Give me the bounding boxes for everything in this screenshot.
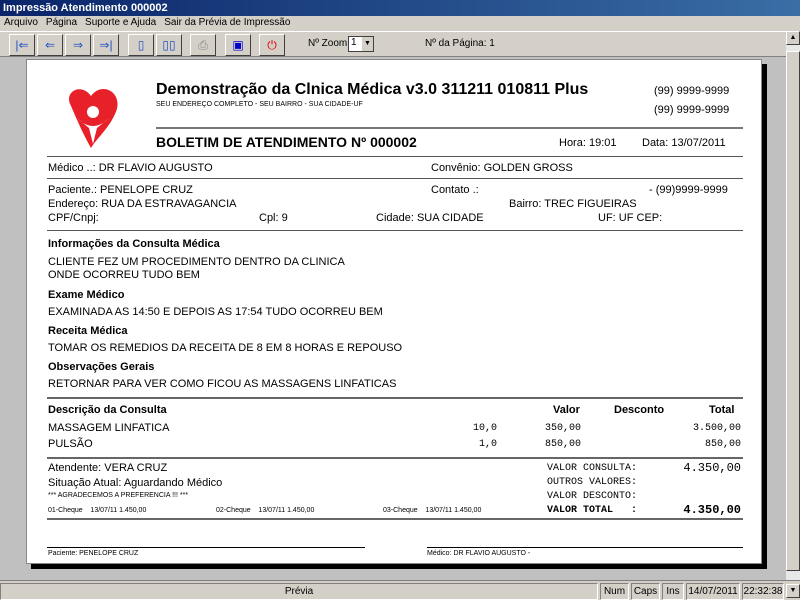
vertical-scrollbar[interactable]: ▲	[786, 31, 800, 580]
convenio: Convênio: GOLDEN GROSS	[431, 162, 573, 174]
next-page-button[interactable]: ⇒	[65, 34, 91, 56]
section-line: ONDE OCORREU TUDO BEM	[48, 269, 200, 281]
hora: Hora: 19:01	[559, 137, 617, 149]
section-line: RETORNAR PARA VER COMO FICOU AS MASSAGEN…	[48, 378, 397, 390]
scroll-up-icon[interactable]: ▲	[786, 31, 800, 45]
menu-pagina[interactable]: Página	[42, 16, 81, 28]
status-num: Num	[600, 583, 629, 600]
cheque: 01-Cheque 13/07/11 1.450,00	[48, 507, 146, 514]
agradecimento: *** AGRADECEMOS A PREFERENCIA !!! ***	[48, 492, 189, 499]
status-ins: Ins	[662, 583, 684, 600]
cpf: CPF/Cnpj:	[48, 212, 99, 224]
chevron-down-icon: ▼	[362, 37, 373, 51]
section-line: CLIENTE FEZ UM PROCEDIMENTO DENTRO DA CL…	[48, 256, 345, 268]
signature-paciente: Paciente: PENELOPE CRUZ	[48, 550, 139, 557]
cheque-number: 02-Cheque	[216, 507, 251, 514]
status-date: 14/07/2011	[686, 583, 740, 600]
section-title: Receita Médica	[48, 325, 128, 337]
table-header-valor: Valor	[553, 404, 580, 416]
cheque-info: 13/07/11 1.450,00	[90, 507, 147, 514]
medico: Médico ..: DR FLAVIO AUGUSTO	[48, 162, 213, 174]
uf-cep: UF: UF CEP:	[598, 212, 663, 224]
valor-total-label: VALOR TOTAL :	[547, 505, 638, 516]
zoom-label: Nº Zoom	[308, 38, 348, 49]
signature-medico: Médico: DR FLAVIO AUGUSTO -	[427, 550, 531, 557]
table-row-desc: PULSÃO	[48, 438, 93, 450]
data: Data: 13/07/2011	[642, 137, 726, 149]
table-row-qtd: 10,0	[473, 423, 498, 434]
situacao: Situação Atual: Aguardando Médico	[48, 477, 223, 489]
table-row-valor: 350,00	[545, 423, 582, 434]
page-number: Nº da Página: 1	[425, 38, 495, 49]
section-line: EXAMINADA AS 14:50 E DEPOIS AS 17:54 TUD…	[48, 306, 383, 318]
status-main: Prévia	[0, 583, 598, 600]
phone-2: (99) 9999-9999	[654, 104, 730, 116]
cheque-number: 01-Cheque	[48, 507, 83, 514]
menu-bar: Arquivo Página Suporte e Ajuda Sair da Prév…	[0, 16, 800, 31]
table-header-desconto: Desconto	[614, 404, 665, 416]
table-header-total: Total	[709, 404, 735, 416]
cheque-info: 13/07/11 1.450,00	[258, 507, 315, 514]
zoom-select[interactable]: 1 ▼	[348, 36, 374, 52]
first-page-button[interactable]: |⇐	[9, 34, 35, 56]
single-page-icon[interactable]: ▯	[128, 34, 154, 56]
cheque: 03-Cheque 13/07/11 1.450,00	[383, 507, 481, 514]
valor-consulta: 4.350,00	[683, 461, 741, 475]
prev-page-button[interactable]: ⇐	[37, 34, 63, 56]
scroll-down-icon[interactable]: ▼	[786, 584, 800, 598]
clinic-name: Demonstração da Clnica Médica v3.0 31121…	[156, 81, 589, 98]
bairro: Bairro: TREC FIGUEIRAS	[509, 198, 637, 210]
paciente: Paciente.: PENELOPE CRUZ	[48, 184, 193, 196]
endereco: Endereço: RUA DA ESTRAVAGANCIA	[48, 198, 237, 210]
section-title: Exame Médico	[48, 289, 125, 301]
table-row-total: 850,00	[704, 439, 741, 450]
cidade: Cidade: SUA CIDADE	[376, 212, 484, 224]
atendente: Atendente: VERA CRUZ	[48, 462, 168, 474]
report-title: BOLETIM DE ATENDIMENTO Nº 000002	[156, 134, 417, 150]
phone-1: (99) 9999-9999	[654, 85, 730, 97]
power-exit-icon[interactable]: ⏻	[259, 34, 285, 56]
cheque-info: 13/07/11 1.450,00	[425, 507, 482, 514]
valor-total: 4.350,00	[683, 503, 741, 517]
last-page-button[interactable]: ⇒|	[93, 34, 119, 56]
contato: Contato .:	[431, 184, 479, 196]
status-caps: Caps	[631, 583, 660, 600]
word-export-icon[interactable]: ▣	[225, 34, 251, 56]
zoom-value: 1	[351, 37, 357, 48]
valor-consulta-label: VALOR CONSULTA:	[547, 463, 638, 474]
table-row-qtd: 1,0	[479, 439, 498, 450]
valor-desconto-label: VALOR DESCONTO:	[547, 491, 638, 502]
cpl: Cpl: 9	[259, 212, 288, 224]
cheque-number: 03-Cheque	[383, 507, 418, 514]
section-line: TOMAR OS REMEDIOS DA RECEITA DE 8 EM 8 H…	[48, 342, 403, 354]
contato-telefone: - (99)9999-9999	[649, 184, 728, 196]
scroll-thumb[interactable]	[786, 51, 800, 571]
cheque: 02-Cheque 13/07/11 1.450,00	[216, 507, 314, 514]
outros-valores-label: OUTROS VALORES:	[547, 477, 638, 488]
two-pages-icon[interactable]: ▯▯	[156, 34, 182, 56]
section-title: Observações Gerais	[48, 361, 155, 373]
menu-arquivo[interactable]: Arquivo	[0, 16, 42, 28]
clinic-address: SEU ENDEREÇO COMPLETO - SEU BAIRRO - SUA…	[156, 101, 363, 108]
print-icon[interactable]: ⎙	[190, 34, 216, 56]
table-header-desc: Descrição da Consulta	[48, 404, 167, 416]
status-bar: Prévia Num Caps Ins 14/07/2011 22:32:38 …	[0, 580, 800, 600]
toolbar: |⇐ ⇐ ⇒ ⇒| ▯ ▯▯ ⎙ ▣ ⏻ Nº Zoom 1 ▼ Nº da Pá…	[0, 31, 800, 57]
table-row-valor: 850,00	[545, 439, 582, 450]
menu-suporte[interactable]: Suporte e Ajuda	[81, 16, 160, 28]
title-bar: Impressão Atendimento 000002	[0, 0, 800, 16]
table-row-desc: MASSAGEM LINFATICA	[48, 422, 170, 434]
table-row-total: 3.500,00	[692, 423, 741, 434]
section-title: Informações da Consulta Médica	[48, 238, 220, 250]
report-page: Demonstração da Clnica Médica v3.0 31121…	[26, 59, 762, 564]
status-time: 22:32:38	[742, 583, 784, 600]
menu-sair[interactable]: Sair da Prévia de Impressão	[160, 16, 294, 28]
clinic-logo-icon	[69, 89, 118, 148]
